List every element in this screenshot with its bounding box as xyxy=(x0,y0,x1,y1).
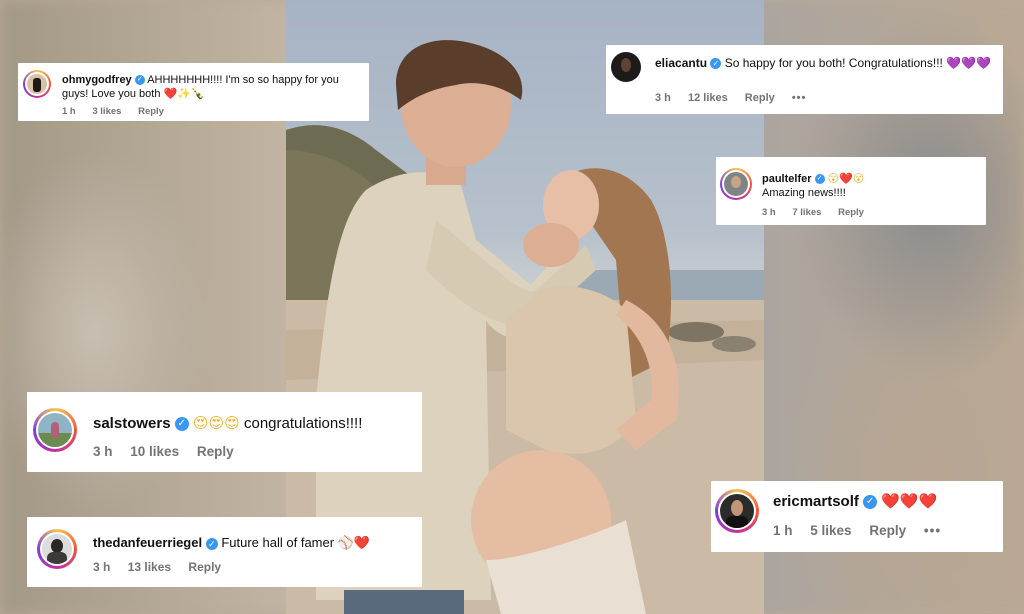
user-avatar[interactable] xyxy=(715,489,759,533)
comment-card-ohmygodfrey: ohmygodfrey ✓ AHHHHHHH!!!! I'm so so hap… xyxy=(18,63,369,121)
user-avatar[interactable] xyxy=(33,408,77,452)
comment-meta: 3 h 7 likes Reply xyxy=(762,207,878,218)
reply-button[interactable]: Reply xyxy=(197,444,234,459)
comment-time: 1 h xyxy=(62,106,76,117)
more-options-icon[interactable]: ••• xyxy=(792,92,807,104)
comment-username[interactable]: ericmartsolf xyxy=(773,493,859,510)
user-avatar[interactable] xyxy=(37,529,77,569)
user-avatar[interactable] xyxy=(23,70,51,98)
comment-card-thedanfeuerriegel: thedanfeuerriegel ✓ Future hall of famer… xyxy=(27,517,422,587)
comment-time: 1 h xyxy=(773,523,793,538)
verified-badge-icon: ✓ xyxy=(814,174,825,185)
comment-time: 3 h xyxy=(762,207,776,218)
reply-button[interactable]: Reply xyxy=(188,560,221,574)
reply-button[interactable]: Reply xyxy=(745,92,775,104)
comment-username[interactable]: eliacantu xyxy=(655,56,707,70)
reply-button[interactable]: Reply xyxy=(138,106,164,117)
comment-card-paultelfer: paultelfer ✓ 😮❤️😮 Amazing news!!!! 3 h 7… xyxy=(716,157,986,225)
comment-time: 3 h xyxy=(655,92,671,104)
comment-likes[interactable]: 5 likes xyxy=(810,523,851,538)
comment-text: Amazing news!!!! xyxy=(762,187,846,199)
comment-likes[interactable]: 3 likes xyxy=(92,106,121,117)
user-avatar[interactable] xyxy=(611,52,641,82)
comment-username[interactable]: thedanfeuerriegel xyxy=(93,535,202,550)
verified-badge-icon: ✓ xyxy=(205,537,218,550)
comment-meta: 3 h 10 likes Reply xyxy=(93,444,248,459)
reply-button[interactable]: Reply xyxy=(869,523,906,538)
comment-emoji: ❤️✨🍾 xyxy=(163,88,205,100)
comment-emoji: ⚾❤️ xyxy=(337,535,371,550)
comment-card-salstowers: salstowers ✓ 😍😍😍 congratulations!!!! 3 h… xyxy=(27,392,422,472)
comment-emoji: 😮❤️😮 xyxy=(827,173,865,185)
verified-badge-icon: ✓ xyxy=(863,495,878,510)
comment-username[interactable]: salstowers xyxy=(93,415,171,432)
user-avatar[interactable] xyxy=(720,168,752,200)
comment-likes[interactable]: 10 likes xyxy=(130,444,179,459)
more-options-icon[interactable]: ••• xyxy=(924,523,941,538)
verified-badge-icon: ✓ xyxy=(174,417,189,432)
comment-likes[interactable]: 13 likes xyxy=(128,560,171,574)
verified-badge-icon: ✓ xyxy=(710,58,722,70)
comment-card-eliacantu: eliacantu ✓ So happy for you both! Congr… xyxy=(606,45,1003,114)
comment-time: 3 h xyxy=(93,444,113,459)
comment-username[interactable]: ohmygodfrey xyxy=(62,74,132,86)
comment-username[interactable]: paultelfer xyxy=(762,173,812,185)
comment-text: Future hall of famer xyxy=(221,535,335,550)
comment-meta: 1 h 3 likes Reply xyxy=(62,106,178,117)
comment-meta: 1 h 5 likes Reply ••• xyxy=(773,523,955,538)
comment-meta: 3 h 12 likes Reply ••• xyxy=(655,92,820,104)
comment-card-ericmartsolf: ericmartsolf ✓ ❤️❤️❤️ 1 h 5 likes Reply … xyxy=(711,481,1003,552)
reply-button[interactable]: Reply xyxy=(838,207,864,218)
comment-text: So happy for you both! Congratulations!!… xyxy=(724,56,943,70)
comment-text: congratulations!!!! xyxy=(243,415,363,432)
comment-likes[interactable]: 7 likes xyxy=(792,207,821,218)
comment-time: 3 h xyxy=(93,560,111,574)
comment-emoji: ❤️❤️❤️ xyxy=(881,493,938,510)
comment-emoji: 😍😍😍 xyxy=(192,415,240,432)
verified-badge-icon: ✓ xyxy=(134,75,145,86)
comment-emoji: 💜💜💜 xyxy=(946,56,992,70)
comment-likes[interactable]: 12 likes xyxy=(688,92,728,104)
comment-meta: 3 h 13 likes Reply xyxy=(93,560,235,574)
